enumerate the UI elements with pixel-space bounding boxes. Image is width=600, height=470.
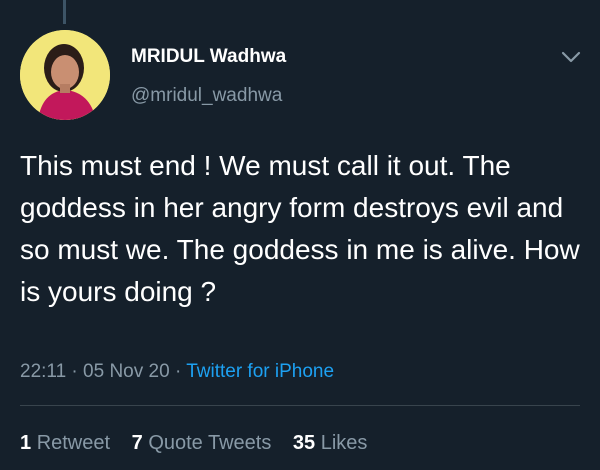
tweet-metadata: 22:11 · 05 Nov 20 · Twitter for iPhone [20,361,334,383]
likes-stat[interactable]: 35 Likes [293,432,368,454]
engagement-stats: 1 Retweet 7 Quote Tweets 35 Likes [20,432,383,455]
retweets-stat[interactable]: 1 Retweet [20,432,116,454]
tweet-text: This must end ! We must call it out. The… [20,150,580,307]
author-display-name[interactable]: MRIDUL Wadhwa [131,46,286,68]
avatar[interactable] [20,30,110,120]
likes-count: 35 [292,432,316,454]
divider [20,405,580,406]
quote-tweets-count: 7 [131,432,143,454]
thread-connector-line [63,0,66,24]
author-handle[interactable]: @mridul_wadhwa [131,85,282,107]
retweets-count: 1 [20,432,32,454]
tweet-date[interactable]: 05 Nov 20 [83,361,170,382]
tweet-time[interactable]: 22:11 [20,361,66,382]
quote-tweets-stat[interactable]: 7 Quote Tweets [132,432,277,454]
meta-separator: · [174,361,182,382]
quote-tweets-label: Quote Tweets [148,432,272,454]
tweet-source-link[interactable]: Twitter for iPhone [186,361,334,382]
avatar-image [20,30,110,120]
meta-separator: · [71,361,78,382]
likes-label: Likes [320,432,368,454]
chevron-down-icon[interactable] [558,44,584,70]
retweets-label: Retweet [36,432,111,454]
